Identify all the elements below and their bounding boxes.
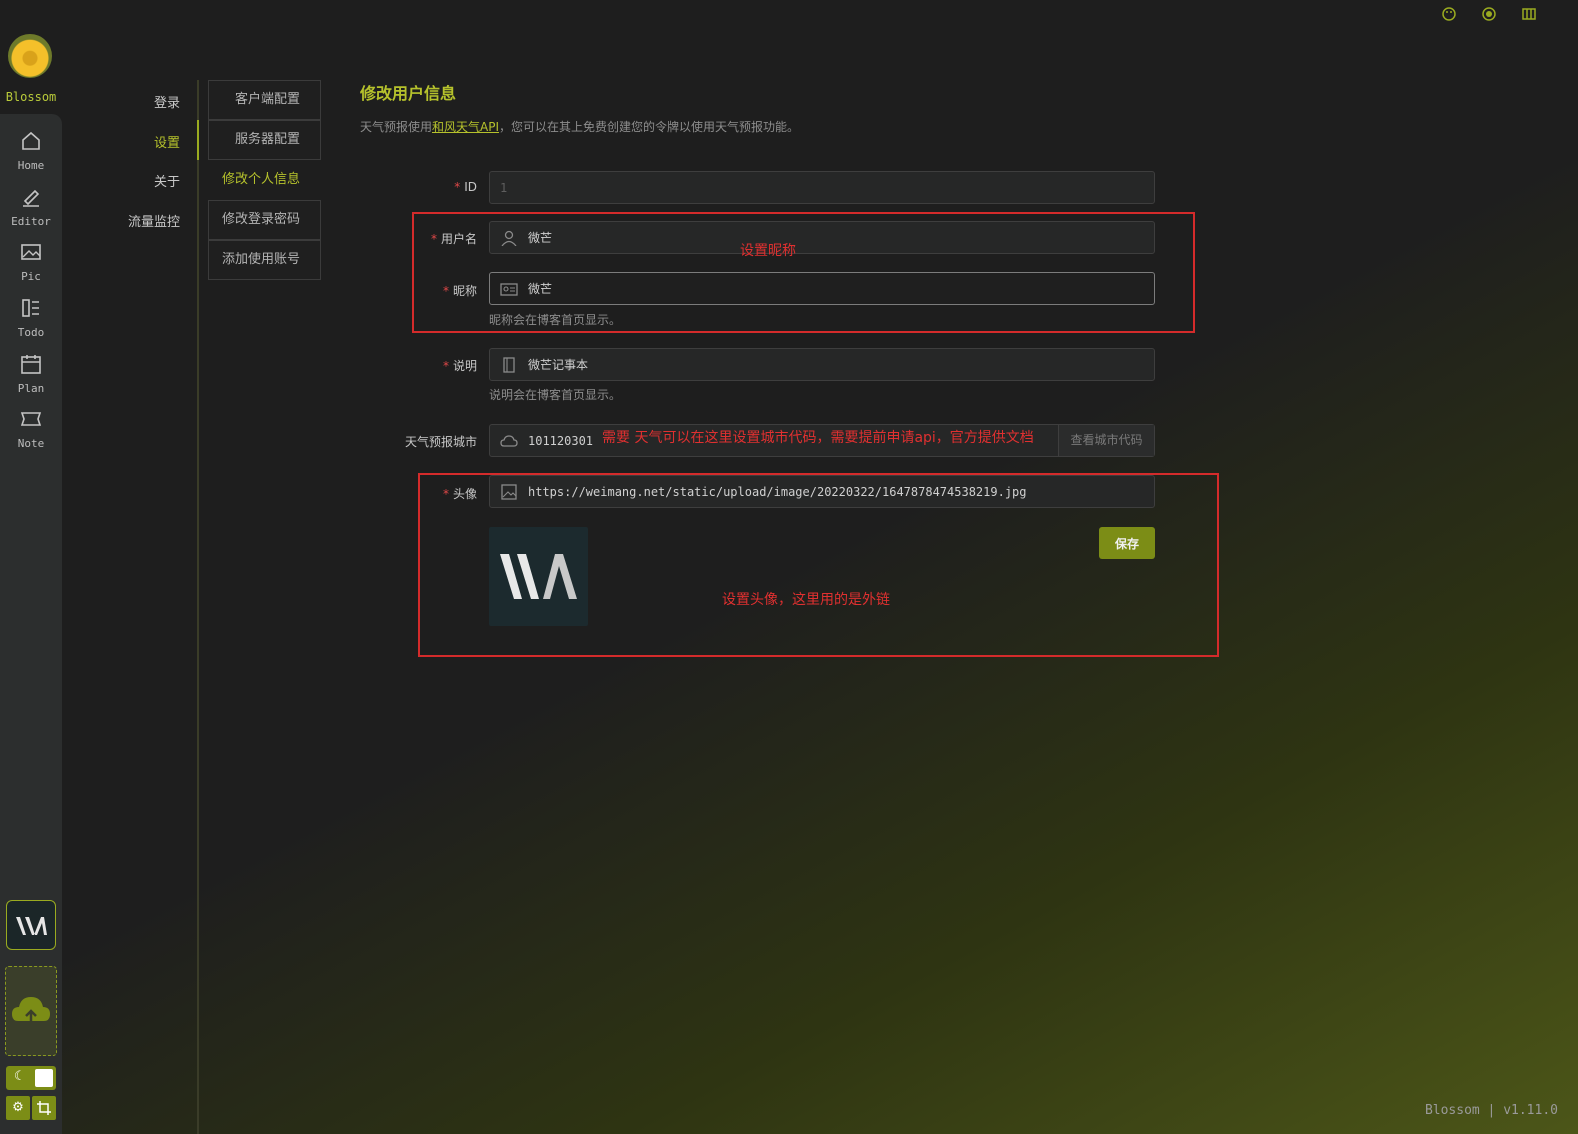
remark-field[interactable]: 微芒记事本 xyxy=(489,348,1155,381)
required-mark: * xyxy=(442,359,449,373)
picture-icon xyxy=(21,244,41,260)
app-name: Blossom xyxy=(5,90,57,104)
nav-home[interactable]: Home xyxy=(0,120,62,176)
calendar-icon xyxy=(21,355,41,374)
note-icon xyxy=(20,412,42,426)
nav-note[interactable]: Note xyxy=(0,398,62,454)
upload-area[interactable] xyxy=(5,966,57,1056)
nav-pic-label: Pic xyxy=(21,270,41,283)
blossom-logo xyxy=(8,34,52,78)
annotation-box-nickname xyxy=(412,212,1195,333)
annotation-avatar: 设置头像，这里用的是外链 xyxy=(722,592,890,608)
menu1-active-indicator xyxy=(197,120,199,160)
user-avatar[interactable] xyxy=(6,900,56,950)
crop-icon xyxy=(37,1101,51,1115)
toggle-knob xyxy=(35,1069,53,1087)
nav-editor-label: Editor xyxy=(11,215,51,228)
columns-icon[interactable] xyxy=(1521,6,1537,22)
cloud-icon xyxy=(500,434,518,447)
desc-suffix: ，您可以在其上免费创建您的令牌以使用天气预报功能。 xyxy=(499,120,800,134)
remark-value: 微芒记事本 xyxy=(528,358,589,372)
page-title: 修改用户信息 xyxy=(360,84,457,103)
settings-button[interactable]: ⚙ xyxy=(6,1096,30,1120)
menu-item-settings[interactable]: 设置 xyxy=(154,132,180,151)
nav-pic[interactable]: Pic xyxy=(0,231,62,287)
page-description: 天气预报使用和风天气API，您可以在其上免费创建您的令牌以使用天气预报功能。 xyxy=(360,118,799,135)
id-field[interactable]: 1 xyxy=(489,171,1155,204)
menu-item-about[interactable]: 关于 xyxy=(154,171,180,190)
nav-plan[interactable]: Plan xyxy=(0,343,62,399)
menu-item-traffic[interactable]: 流量监控 xyxy=(128,211,180,230)
city-value: 101120301 xyxy=(528,433,594,448)
view-city-code-button[interactable]: 查看城市代码 xyxy=(1058,425,1154,456)
nav-note-label: Note xyxy=(17,437,45,450)
app-rail: Blossom Home Editor Pic Todo Plan Note ☾… xyxy=(0,0,62,1134)
nav-editor[interactable]: Editor xyxy=(0,176,62,232)
nav-home-label: Home xyxy=(17,159,45,172)
wm-logo-icon xyxy=(16,917,47,935)
remark-hint: 说明会在博客首页显示。 xyxy=(489,388,622,402)
crop-button[interactable] xyxy=(32,1096,56,1120)
required-mark: * xyxy=(454,180,461,194)
menu-item-login[interactable]: 登录 xyxy=(154,92,180,111)
menu1-divider xyxy=(197,80,199,1134)
nav-plan-label: Plan xyxy=(17,382,45,395)
submenu-change-password[interactable]: 修改登录密码 xyxy=(208,200,321,240)
theme-toggle[interactable]: ☾ xyxy=(6,1066,56,1090)
qweather-api-link[interactable]: 和风天气API xyxy=(432,120,499,134)
annotation-nickname: 设置昵称 xyxy=(740,243,796,259)
version-footer: Blossom | v1.11.0 xyxy=(1424,1103,1558,1118)
home-icon xyxy=(22,131,40,150)
id-label: * ID xyxy=(454,180,477,194)
remark-label: * 说明 xyxy=(442,359,477,373)
desc-prefix: 天气预报使用 xyxy=(360,120,433,134)
todo-icon xyxy=(22,299,39,317)
submenu-add-account[interactable]: 添加使用账号 xyxy=(208,240,321,280)
submenu-edit-profile[interactable]: 修改个人信息 xyxy=(208,160,321,200)
notebook-icon xyxy=(503,356,515,373)
submenu-client-config[interactable]: 客户端配置 xyxy=(208,80,321,120)
gear-icon: ⚙ xyxy=(12,1100,24,1115)
moon-icon: ☾ xyxy=(14,1069,26,1084)
annotation-box-avatar xyxy=(418,473,1219,657)
annotation-city: 需要 天气可以在这里设置城市代码，需要提前申请api，官方提供文档 xyxy=(602,430,1034,446)
record-icon[interactable] xyxy=(1481,6,1497,22)
palette-icon[interactable] xyxy=(1441,6,1457,22)
city-label: 天气预报城市 xyxy=(404,435,477,449)
cloud-upload-icon xyxy=(12,997,50,1023)
submenu-server-config[interactable]: 服务器配置 xyxy=(208,120,321,160)
id-value: 1 xyxy=(500,180,508,195)
editor-icon xyxy=(23,189,40,207)
nav-todo-label: Todo xyxy=(17,326,45,339)
nav-todo[interactable]: Todo xyxy=(0,287,62,343)
